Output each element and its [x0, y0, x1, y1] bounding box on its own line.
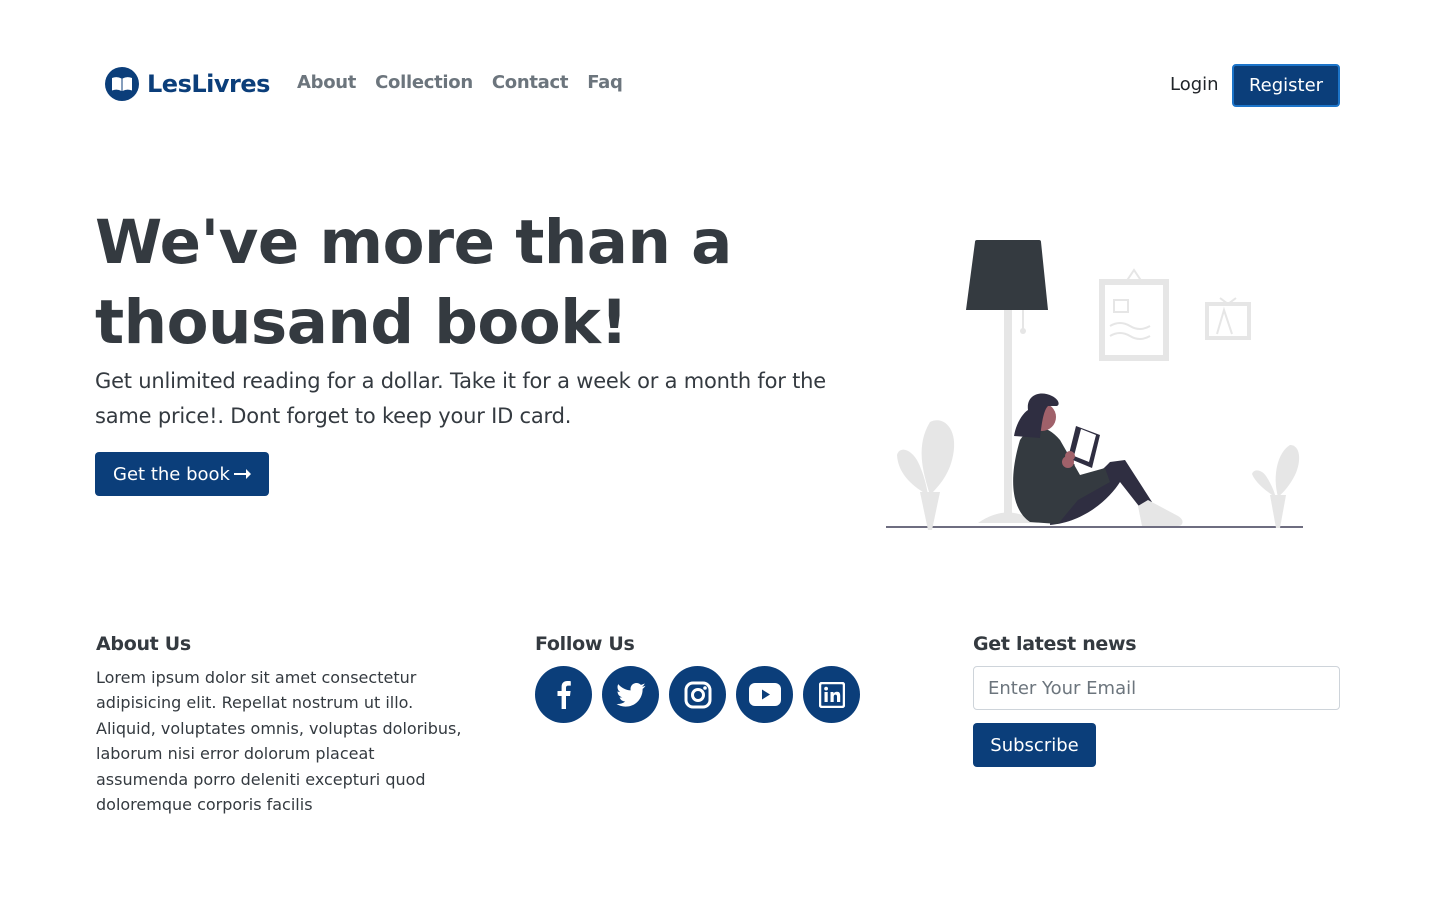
arrow-right-icon: [233, 469, 251, 479]
follow-us-section: Follow Us: [535, 633, 895, 723]
open-book-logo-icon: [105, 67, 139, 101]
follow-us-heading: Follow Us: [535, 633, 635, 655]
main-nav: About Collection Contact Faq: [297, 72, 623, 93]
brand-link[interactable]: LesLivres: [105, 67, 270, 101]
nav-link-contact[interactable]: Contact: [492, 72, 569, 93]
hero-title: We've more than a thousand book!: [95, 207, 732, 358]
woman-reading-illustration: [886, 240, 1303, 530]
brand-name: LesLivres: [147, 70, 270, 98]
get-the-book-label: Get the book: [113, 463, 230, 485]
login-link[interactable]: Login: [1170, 74, 1219, 95]
nav-link-collection[interactable]: Collection: [375, 72, 473, 93]
twitter-icon[interactable]: [602, 666, 659, 723]
newsletter-heading: Get latest news: [973, 633, 1137, 655]
register-button[interactable]: Register: [1232, 64, 1340, 107]
nav-link-faq[interactable]: Faq: [587, 72, 623, 93]
instagram-icon[interactable]: [669, 666, 726, 723]
navbar: LesLivres About Collection Contact Faq L…: [0, 0, 1440, 172]
about-us-section: About Us Lorem ipsum dolor sit amet cons…: [96, 633, 476, 817]
linkedin-icon[interactable]: [803, 666, 860, 723]
email-input[interactable]: [973, 666, 1340, 710]
about-us-heading: About Us: [96, 633, 191, 655]
hero-description: Get unlimited reading for a dollar. Take…: [95, 369, 827, 428]
facebook-icon[interactable]: [535, 666, 592, 723]
nav-link-about[interactable]: About: [297, 72, 356, 93]
social-links: [535, 666, 895, 723]
get-the-book-button[interactable]: Get the book: [95, 452, 269, 496]
newsletter-section: Get latest news Subscribe: [973, 633, 1340, 767]
youtube-icon[interactable]: [736, 666, 793, 723]
about-us-text: Lorem ipsum dolor sit amet consectetur a…: [96, 668, 462, 815]
subscribe-button[interactable]: Subscribe: [973, 723, 1096, 767]
